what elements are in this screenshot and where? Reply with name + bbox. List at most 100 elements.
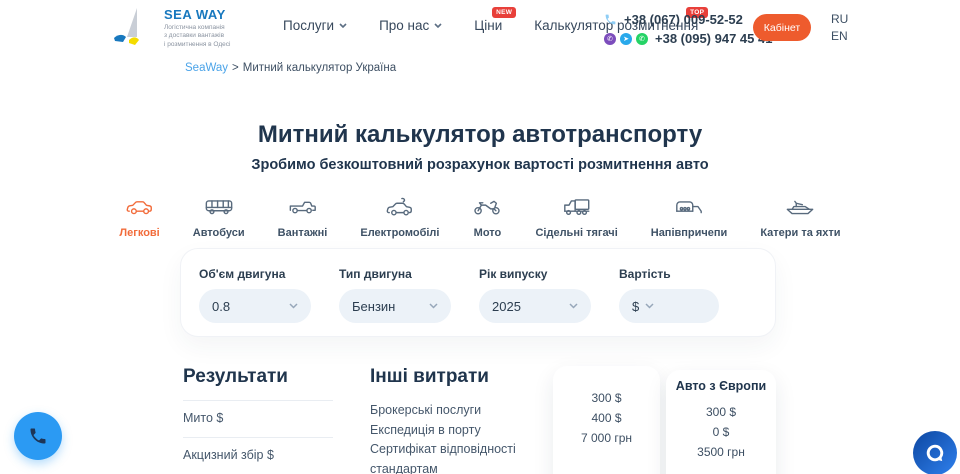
page: SEA WAY Логістична компанія з доставки в…	[0, 0, 960, 474]
calculator-form-card: Об'єм двигуна 0.8 Тип двигуна Бензин Рік…	[180, 248, 776, 337]
cost-currency-select[interactable]: $	[619, 289, 719, 323]
page-title: Митний калькулятор автотранспорту	[0, 121, 960, 149]
nav-item-services[interactable]: Послуги	[283, 18, 347, 33]
vehicle-type-tabs: Легкові Автобуси Вантажні Електромобілі …	[0, 193, 960, 239]
chevron-down-icon	[645, 303, 654, 309]
logo[interactable]: SEA WAY Логістична компанія з доставки в…	[110, 6, 230, 50]
call-button[interactable]	[14, 412, 62, 460]
results-section: Результати Мито $ Акцизний збір $	[183, 366, 333, 474]
breadcrumb-current: Митний калькулятор Україна	[243, 62, 396, 74]
logo-text: SEA WAY Логістична компанія з доставки в…	[164, 7, 230, 50]
bus-icon	[204, 193, 234, 219]
selected-value: 0.8	[212, 299, 230, 314]
header-contacts: +38 (067) 009-52-52 ✆ ➤ ✆ +38 (095) 947 …	[604, 10, 772, 48]
price-value: 300 $	[666, 402, 776, 422]
tab-label: Електромобілі	[360, 227, 439, 239]
list-item: Брокерські послуги	[370, 401, 570, 421]
phone-number-1[interactable]: +38 (067) 009-52-52	[624, 12, 743, 27]
engine-volume-field: Об'єм двигуна 0.8	[199, 267, 311, 323]
chevron-down-icon	[289, 303, 298, 309]
chevron-down-icon	[569, 303, 578, 309]
list-item: Експедиція в порту	[370, 421, 570, 441]
year-field: Рік випуску 2025	[479, 267, 591, 323]
selected-value: $	[632, 299, 639, 314]
viber-icon[interactable]: ✆	[604, 33, 616, 45]
tab-moto[interactable]: Мото	[472, 193, 502, 239]
motorcycle-icon	[472, 193, 502, 219]
price-value: 7 000 грн	[553, 428, 660, 448]
pickup-truck-icon	[288, 193, 318, 219]
new-badge: NEW	[492, 7, 516, 18]
lang-en[interactable]: EN	[831, 28, 848, 45]
tab-label: Сідельні тягачі	[535, 227, 617, 239]
nav-item-prices[interactable]: Ціни NEW	[474, 18, 502, 33]
logo-title: SEA WAY	[164, 7, 230, 22]
engine-type-field: Тип двигуна Бензин	[339, 267, 451, 323]
selected-value: 2025	[492, 299, 521, 314]
phone-icon	[28, 426, 48, 446]
tab-semi-trailers[interactable]: Напівпричепи	[651, 193, 728, 239]
phone-row-1: +38 (067) 009-52-52	[604, 10, 772, 29]
breadcrumb: SeaWay > Митний калькулятор Україна	[185, 62, 396, 74]
tab-label: Легкові	[119, 227, 159, 239]
messenger-icons: ✆ ➤ ✆	[604, 33, 648, 45]
cost-field: Вартість $	[619, 267, 719, 323]
tab-label: Автобуси	[193, 227, 245, 239]
language-switcher: RU EN	[831, 11, 848, 45]
yacht-icon	[785, 193, 815, 219]
semi-truck-icon	[562, 193, 592, 219]
logo-tagline: Логістична компанія з доставки вантажів …	[164, 24, 230, 50]
result-row-excise: Акцизний збір $	[183, 437, 333, 474]
list-item: Сертифікат відповідності стандартам	[370, 440, 570, 474]
phone-row-2: ✆ ➤ ✆ +38 (095) 947 45 41	[604, 29, 772, 48]
electric-car-icon	[385, 193, 415, 219]
results-rows: Мито $ Акцизний збір $	[183, 400, 333, 474]
price-value: 0 $	[666, 422, 776, 442]
tab-trucks[interactable]: Вантажні	[278, 193, 328, 239]
car-icon	[125, 193, 155, 219]
field-label: Рік випуску	[479, 267, 591, 281]
breadcrumb-home-link[interactable]: SeaWay	[185, 62, 228, 74]
price-value: 3500 грн	[666, 442, 776, 462]
tab-electric-cars[interactable]: Електромобілі	[360, 193, 439, 239]
tab-buses[interactable]: Автобуси	[193, 193, 245, 239]
chevron-down-icon	[429, 303, 438, 309]
phone-icon	[604, 13, 617, 26]
chevron-down-icon	[339, 23, 347, 28]
tab-label: Вантажні	[278, 227, 328, 239]
engine-type-select[interactable]: Бензин	[339, 289, 451, 323]
engine-volume-select[interactable]: 0.8	[199, 289, 311, 323]
tab-label: Катери та яхти	[760, 227, 840, 239]
cabinet-button[interactable]: Кабінет	[753, 14, 811, 41]
other-costs-section: Інші витрати Брокерські послуги Експедиц…	[370, 366, 570, 474]
tab-boats-yachts[interactable]: Катери та яхти	[760, 193, 840, 239]
tab-semi-trucks[interactable]: Сідельні тягачі	[535, 193, 617, 239]
price-value: 300 $	[553, 388, 660, 408]
tab-label: Напівпричепи	[651, 227, 728, 239]
price-value: 400 $	[553, 408, 660, 428]
price-card-title: Авто з Європи	[666, 379, 776, 393]
other-costs-title: Інші витрати	[370, 366, 570, 388]
field-label: Об'єм двигуна	[199, 267, 311, 281]
lang-ru[interactable]: RU	[831, 11, 848, 28]
breadcrumb-separator: >	[232, 62, 239, 74]
results-title: Результати	[183, 366, 333, 388]
telegram-icon[interactable]: ➤	[620, 33, 632, 45]
tab-cars[interactable]: Легкові	[119, 193, 159, 239]
selected-value: Бензин	[352, 299, 395, 314]
chat-widget-button[interactable]	[913, 431, 957, 474]
whatsapp-icon[interactable]: ✆	[636, 33, 648, 45]
seaway-logo-icon	[110, 6, 156, 50]
chat-bubble-icon	[924, 442, 946, 464]
price-card-1: 300 $ 400 $ 7 000 грн	[553, 366, 660, 474]
tab-label: Мото	[474, 227, 502, 239]
nav-item-about[interactable]: Про нас	[379, 18, 442, 33]
field-label: Вартість	[619, 267, 719, 281]
header: SEA WAY Логістична компанія з доставки в…	[0, 0, 960, 56]
trailer-icon	[674, 193, 704, 219]
result-row-duty: Мито $	[183, 400, 333, 437]
field-label: Тип двигуна	[339, 267, 451, 281]
page-subtitle: Зробимо безкоштовний розрахунок вартості…	[0, 157, 960, 173]
year-select[interactable]: 2025	[479, 289, 591, 323]
price-card-europe: Авто з Європи 300 $ 0 $ 3500 грн	[666, 370, 776, 474]
